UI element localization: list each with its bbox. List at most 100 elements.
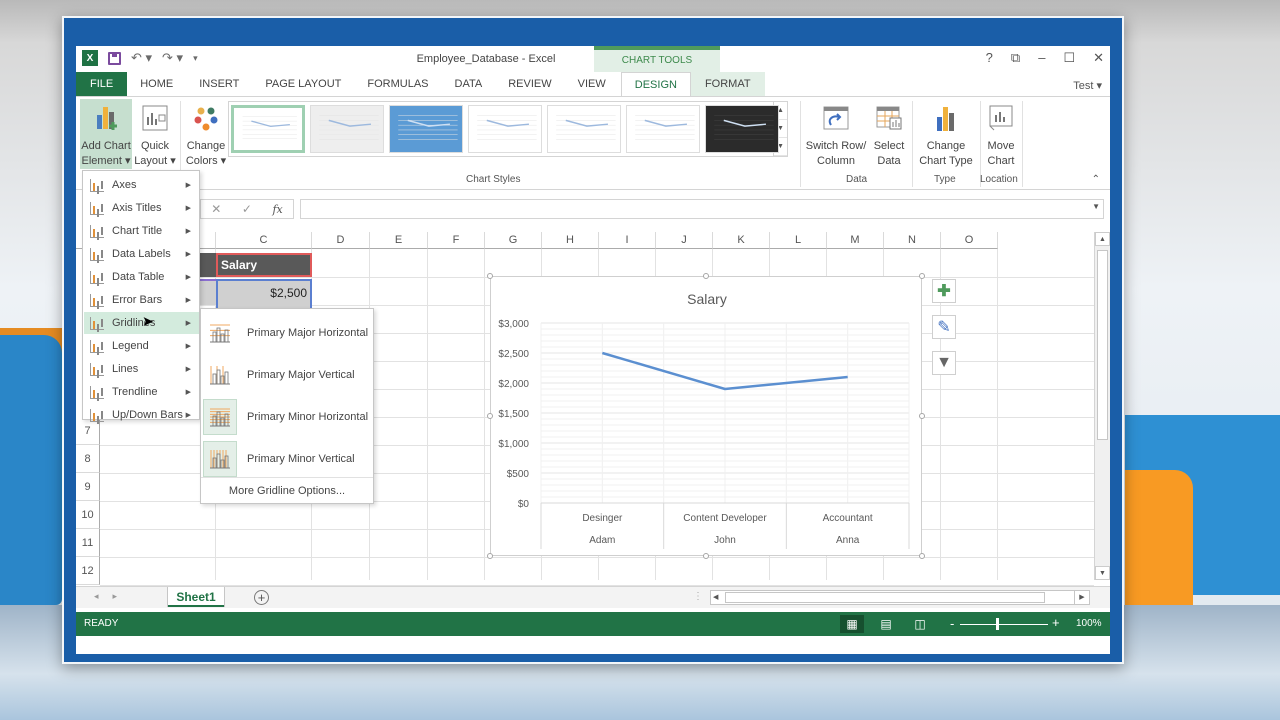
- tab-review[interactable]: REVIEW: [495, 72, 564, 96]
- chart-style-4[interactable]: [468, 105, 542, 153]
- sheet-nav-arrows[interactable]: ◂▸: [94, 591, 131, 602]
- collapse-ribbon-icon[interactable]: ⌃: [1092, 174, 1100, 185]
- column-header-f[interactable]: F: [428, 232, 485, 249]
- chart-elements-button[interactable]: ✚: [932, 279, 956, 303]
- tab-format[interactable]: FORMAT: [690, 72, 765, 96]
- chart-resize-handle[interactable]: [919, 413, 925, 419]
- chart-title[interactable]: Salary: [687, 291, 727, 307]
- tab-home[interactable]: HOME: [127, 72, 186, 96]
- close-icon[interactable]: ✕: [1093, 50, 1104, 66]
- column-header-m[interactable]: M: [827, 232, 884, 249]
- menu-item-legend[interactable]: Legend ▶: [84, 335, 199, 357]
- formula-input[interactable]: [300, 199, 1104, 219]
- gridline-option-primary-minor-vertical[interactable]: Primary Minor Vertical: [203, 439, 373, 479]
- menu-item-axes[interactable]: Axes ▶: [84, 174, 199, 196]
- expand-formula-bar-icon[interactable]: ▼: [1092, 202, 1100, 211]
- add-chart-element-button[interactable]: Add Chart Element ▾: [80, 99, 132, 169]
- column-header-j[interactable]: J: [656, 232, 713, 249]
- chart-style-6[interactable]: [626, 105, 700, 153]
- salary-chart[interactable]: Salary $0 $500 $1,000 $1,500 $2,000 $2,500 $3,0…: [487, 273, 925, 559]
- help-icon[interactable]: ?: [986, 50, 993, 66]
- ribbon-display-options-icon[interactable]: ⧉: [1011, 50, 1020, 66]
- chart-resize-handle[interactable]: [919, 273, 925, 279]
- column-header-n[interactable]: N: [884, 232, 941, 249]
- cell-c2[interactable]: $2,500: [216, 279, 312, 307]
- tab-formulas[interactable]: FORMULAS: [354, 72, 441, 96]
- horizontal-scroll-thumb[interactable]: [725, 592, 1045, 603]
- page-break-view-button[interactable]: ◫: [908, 615, 932, 633]
- change-colors-button[interactable]: Change Colors ▾: [184, 99, 228, 169]
- zoom-out-button[interactable]: -: [950, 616, 954, 631]
- new-sheet-button[interactable]: +: [254, 590, 269, 605]
- select-data-button[interactable]: Select Data: [870, 99, 908, 169]
- column-header-i[interactable]: I: [599, 232, 656, 249]
- menu-item-trendline[interactable]: Trendline ▶: [84, 381, 199, 403]
- zoom-slider-thumb[interactable]: [996, 618, 999, 630]
- gridline-option-primary-minor-horizontal[interactable]: Primary Minor Horizontal: [203, 397, 373, 437]
- row-header-10[interactable]: 10: [76, 501, 100, 529]
- tab-file[interactable]: FILE: [76, 72, 128, 96]
- tab-page-layout[interactable]: PAGE LAYOUT: [252, 72, 354, 96]
- chart-style-7[interactable]: [705, 105, 779, 153]
- column-header-d[interactable]: D: [312, 232, 370, 249]
- maximize-icon[interactable]: ☐: [1063, 50, 1075, 66]
- tab-split-handle[interactable]: ⋮: [693, 591, 703, 602]
- sheet-tab-sheet1[interactable]: Sheet1: [168, 587, 224, 607]
- page-layout-view-button[interactable]: ▤: [874, 615, 898, 633]
- scroll-up-button[interactable]: ▲: [1095, 232, 1110, 246]
- row-header-11[interactable]: 11: [76, 529, 100, 557]
- chart-style-1[interactable]: [231, 105, 305, 153]
- chart-resize-handle[interactable]: [487, 553, 493, 559]
- normal-view-button[interactable]: ▦: [840, 615, 864, 633]
- menu-item-axis-titles[interactable]: Axis Titles ▶: [84, 197, 199, 219]
- chart-resize-handle[interactable]: [703, 273, 709, 279]
- horizontal-scrollbar[interactable]: ◀: [710, 590, 1090, 605]
- gridline-option-primary-major-horizontal[interactable]: Primary Major Horizontal: [203, 313, 373, 353]
- column-header-e[interactable]: E: [370, 232, 428, 249]
- row-header-8[interactable]: 8: [76, 445, 100, 473]
- scroll-right-button[interactable]: ▶: [1074, 590, 1090, 605]
- menu-item-error-bars[interactable]: Error Bars ▶: [84, 289, 199, 311]
- zoom-level[interactable]: 100%: [1076, 618, 1102, 629]
- menu-item-up-down-bars[interactable]: Up/Down Bars ▶: [84, 404, 199, 426]
- zoom-in-button[interactable]: +: [1052, 615, 1060, 630]
- column-header-g[interactable]: G: [485, 232, 542, 249]
- cell-c1[interactable]: Salary: [216, 253, 312, 277]
- chart-style-2[interactable]: [310, 105, 384, 153]
- enter-formula-icon[interactable]: ✓: [242, 202, 252, 216]
- menu-item-data-table[interactable]: Data Table ▶: [84, 266, 199, 288]
- column-header-c[interactable]: C: [216, 232, 312, 249]
- chart-styles-brush-button[interactable]: ✎: [932, 315, 956, 339]
- chart-filters-button[interactable]: ▼: [932, 351, 956, 375]
- scroll-down-button[interactable]: ▼: [1095, 566, 1110, 580]
- chart-resize-handle[interactable]: [919, 553, 925, 559]
- tab-data[interactable]: DATA: [442, 72, 496, 96]
- chart-resize-handle[interactable]: [703, 553, 709, 559]
- gridline-option-primary-major-vertical[interactable]: Primary Major Vertical: [203, 355, 373, 395]
- chart-style-5[interactable]: [547, 105, 621, 153]
- menu-item-data-labels[interactable]: Data Labels ▶: [84, 243, 199, 265]
- tab-insert[interactable]: INSERT: [186, 72, 252, 96]
- quick-layout-button[interactable]: Quick Layout ▾: [134, 99, 176, 169]
- vertical-scrollbar[interactable]: ▲ ▼: [1094, 232, 1110, 580]
- chart-style-3[interactable]: [389, 105, 463, 153]
- insert-function-icon[interactable]: fx: [272, 203, 282, 216]
- tab-view[interactable]: VIEW: [565, 72, 619, 96]
- cancel-formula-icon[interactable]: ✕: [211, 202, 221, 216]
- row-header-12[interactable]: 12: [76, 557, 100, 585]
- chart-resize-handle[interactable]: [487, 273, 493, 279]
- row-header-9[interactable]: 9: [76, 473, 100, 501]
- move-chart-button[interactable]: Move Chart: [984, 99, 1018, 169]
- vertical-scroll-thumb[interactable]: [1097, 250, 1108, 440]
- switch-row-column-button[interactable]: Switch Row/ Column: [804, 99, 868, 169]
- column-header-l[interactable]: L: [770, 232, 827, 249]
- scroll-left-button[interactable]: ◀: [713, 591, 718, 604]
- more-gridline-options[interactable]: More Gridline Options...: [201, 477, 373, 503]
- minimize-icon[interactable]: –: [1038, 50, 1045, 66]
- zoom-slider[interactable]: [960, 624, 1048, 625]
- chart-resize-handle[interactable]: [487, 413, 493, 419]
- menu-item-chart-title[interactable]: Chart Title ▶: [84, 220, 199, 242]
- column-header-h[interactable]: H: [542, 232, 599, 249]
- column-header-k[interactable]: K: [713, 232, 770, 249]
- column-header-o[interactable]: O: [941, 232, 998, 249]
